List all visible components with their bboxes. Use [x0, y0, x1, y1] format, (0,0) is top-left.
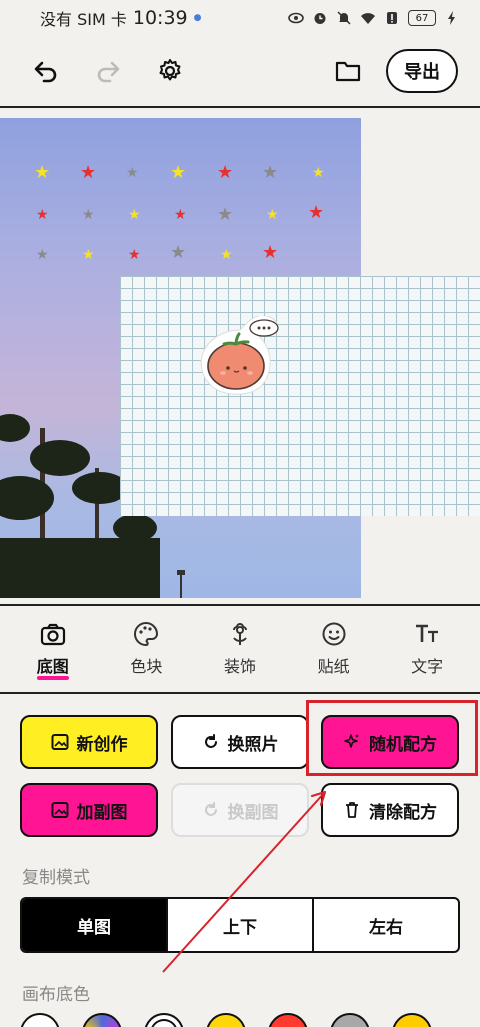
- clock: 10:39: [132, 7, 188, 29]
- undo-button[interactable]: [22, 47, 70, 95]
- add-sub-image-button[interactable]: 加副图: [20, 783, 158, 837]
- star-sticker[interactable]: ★: [220, 248, 233, 262]
- color-swatch-red[interactable]: [268, 1013, 308, 1027]
- status-bar: 没有 SIM 卡 10:39 ● 67: [0, 0, 480, 36]
- redo-icon: [97, 61, 120, 83]
- star-sticker[interactable]: ★: [128, 248, 141, 262]
- star-sticker[interactable]: ★: [266, 208, 279, 222]
- star-sticker[interactable]: ★: [262, 164, 278, 182]
- camera-icon: [40, 623, 65, 646]
- star-sticker[interactable]: ★: [170, 244, 186, 262]
- star-sticker[interactable]: ★: [174, 208, 187, 222]
- refresh-icon: [204, 802, 217, 816]
- image-icon: [51, 734, 68, 750]
- button-label: 新创作: [76, 734, 128, 755]
- refresh-icon: [204, 734, 217, 748]
- copy-mode-selector: 单图 上下 左右: [20, 897, 460, 953]
- redo-button[interactable]: [84, 47, 132, 95]
- copy-mode-single[interactable]: 单图: [22, 899, 168, 951]
- button-label: 清除配方: [369, 802, 437, 823]
- color-swatch-white[interactable]: [20, 1013, 60, 1027]
- app-notification-icon: ●: [193, 13, 202, 23]
- change-sub-image-button[interactable]: 换副图: [171, 783, 309, 837]
- wifi-icon: [361, 13, 375, 24]
- settings-button[interactable]: [146, 47, 194, 95]
- carrier-text: 没有 SIM 卡: [40, 10, 127, 29]
- star-sticker[interactable]: ★: [308, 204, 324, 222]
- star-sticker[interactable]: ★: [217, 206, 233, 224]
- button-label: 换照片: [227, 734, 279, 755]
- grid-paper-sub-image[interactable]: [120, 276, 480, 516]
- tab-decoration[interactable]: 装饰: [198, 606, 282, 692]
- color-swatch-yellow[interactable]: [206, 1013, 246, 1027]
- export-label: 导出: [404, 62, 440, 83]
- tool-tabs: 底图 色块 装饰 贴纸 文字: [0, 606, 480, 694]
- open-folder-button[interactable]: [324, 47, 372, 95]
- mute-bell-icon: [337, 11, 351, 25]
- copy-mode-horizontal[interactable]: 左右: [314, 899, 458, 951]
- color-swatch-gold[interactable]: [392, 1013, 432, 1027]
- star-sticker[interactable]: ★: [170, 164, 186, 182]
- trash-icon: [346, 802, 358, 818]
- lamp-post-image: [177, 570, 185, 598]
- star-sticker[interactable]: ★: [128, 208, 141, 222]
- tab-sticker[interactable]: 贴纸: [292, 606, 376, 692]
- clear-recipe-button[interactable]: 清除配方: [321, 783, 459, 837]
- new-creation-button[interactable]: 新创作: [20, 715, 158, 769]
- canvas-area[interactable]: ★ ★ ★ ★ ★ ★ ★ ★ ★ ★ ★ ★ ★ ★ ★ ★ ★ ★ ★ ★: [0, 106, 480, 606]
- canvas-color-label: 画布底色: [22, 985, 90, 1005]
- change-photo-button[interactable]: 换照片: [171, 715, 309, 769]
- smiley-icon: [322, 622, 346, 646]
- export-button[interactable]: 导出: [386, 49, 458, 93]
- tab-label: 贴纸: [317, 657, 350, 676]
- battery-level: 67: [415, 12, 429, 24]
- image-icon: [51, 802, 68, 818]
- palette-icon: [134, 621, 159, 647]
- text-size-icon: [416, 624, 439, 642]
- editor-toolbar: 导出: [0, 36, 480, 106]
- gear-icon: [159, 59, 181, 81]
- star-sticker[interactable]: ★: [34, 164, 50, 182]
- alarm-icon: [314, 13, 326, 24]
- tab-label: 色块: [130, 657, 163, 676]
- star-sticker[interactable]: ★: [36, 208, 49, 222]
- star-sticker[interactable]: ★: [82, 248, 95, 262]
- star-sticker[interactable]: ★: [312, 166, 325, 180]
- tab-label: 文字: [411, 657, 444, 676]
- annotation-highlight-box: [306, 700, 478, 776]
- button-label: 加副图: [76, 802, 128, 823]
- tab-label: 装饰: [223, 657, 256, 676]
- color-swatch-white-selected[interactable]: [144, 1013, 184, 1027]
- star-sticker[interactable]: ★: [262, 244, 278, 262]
- tab-text[interactable]: 文字: [385, 606, 469, 692]
- copy-mode-vertical[interactable]: 上下: [168, 899, 314, 951]
- folder-icon: [335, 61, 361, 82]
- charging-icon: [448, 11, 455, 25]
- tomato-sticker[interactable]: [190, 316, 290, 406]
- color-swatch-gradient[interactable]: [82, 1013, 122, 1027]
- tab-color-block[interactable]: 色块: [104, 606, 188, 692]
- star-sticker[interactable]: ★: [82, 208, 95, 222]
- eye-icon: [288, 12, 304, 24]
- tab-base-image[interactable]: 底图: [11, 606, 95, 692]
- copy-mode-label: 复制模式: [22, 868, 90, 888]
- star-sticker[interactable]: ★: [80, 164, 96, 182]
- undo-icon: [34, 61, 57, 83]
- battery-indicator: 67: [408, 10, 436, 26]
- active-tab-indicator: [36, 676, 69, 680]
- tab-label: 底图: [36, 657, 69, 676]
- flower-icon: [232, 623, 247, 645]
- star-sticker[interactable]: ★: [36, 248, 49, 262]
- star-sticker[interactable]: ★: [126, 166, 139, 180]
- canvas-color-swatches: [20, 1013, 480, 1027]
- star-sticker[interactable]: ★: [217, 164, 233, 182]
- alert-icon: [387, 12, 397, 24]
- color-swatch-gray[interactable]: [330, 1013, 370, 1027]
- button-label: 换副图: [227, 802, 279, 823]
